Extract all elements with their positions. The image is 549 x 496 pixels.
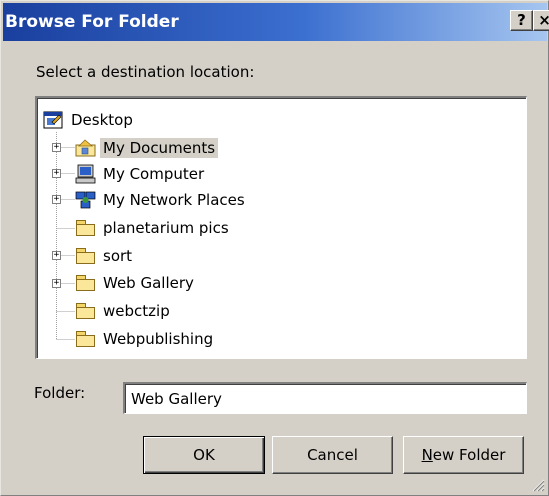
- tree-item-webctzip[interactable]: webctzip: [75, 298, 173, 324]
- folder-icon: [75, 273, 97, 293]
- tree-item-desktop[interactable]: Desktop: [43, 107, 136, 133]
- folder-icon: [75, 329, 97, 349]
- help-button[interactable]: ?: [510, 10, 533, 31]
- my-documents-icon: [75, 138, 97, 158]
- folder-icon: [75, 246, 97, 266]
- my-computer-icon: [75, 164, 97, 184]
- tree-item-my-documents[interactable]: My Documents: [75, 135, 219, 161]
- resize-grip-icon[interactable]: [531, 478, 545, 492]
- new-folder-button[interactable]: New Folder: [403, 436, 524, 474]
- desktop-icon: [43, 110, 65, 130]
- folder-name-input[interactable]: [123, 382, 527, 414]
- cancel-button[interactable]: Cancel: [272, 436, 393, 474]
- tree-item-planetarium-pics[interactable]: planetarium pics: [75, 215, 232, 241]
- tree-item-label: My Computer: [103, 165, 205, 183]
- prompt-text: Select a destination location:: [36, 63, 255, 81]
- folder-icon: [75, 301, 97, 321]
- browse-for-folder-dialog: Browse For Folder ? × Select a destinati…: [0, 0, 549, 496]
- tree-item-label: Desktop: [71, 111, 133, 129]
- tree-item-webpublishing[interactable]: Webpublishing: [75, 326, 216, 352]
- window-title: Browse For Folder: [5, 12, 179, 32]
- close-button[interactable]: ×: [533, 10, 549, 31]
- network-places-icon: [75, 190, 97, 210]
- ok-button[interactable]: OK: [143, 436, 265, 474]
- title-bar[interactable]: Browse For Folder ? ×: [3, 3, 549, 41]
- tree-item-label: My Documents: [100, 138, 219, 158]
- tree-item-label: Webpublishing: [103, 330, 214, 348]
- expand-toggle[interactable]: +: [52, 279, 61, 288]
- expand-toggle[interactable]: +: [52, 251, 61, 260]
- tree-item-my-computer[interactable]: My Computer: [75, 161, 207, 187]
- tree-item-label: sort: [103, 247, 133, 265]
- tree-item-web-gallery[interactable]: Web Gallery: [75, 270, 197, 296]
- tree-item-sort[interactable]: sort: [75, 243, 135, 269]
- folder-label: Folder:: [34, 384, 86, 402]
- new-folder-label-rest: ew Folder: [432, 446, 506, 464]
- tree-item-label: My Network Places: [103, 191, 245, 209]
- new-folder-mnemonic: N: [421, 446, 433, 464]
- expand-toggle[interactable]: +: [52, 169, 61, 178]
- tree-item-label: Web Gallery: [103, 274, 194, 292]
- tree-item-my-network-places[interactable]: My Network Places: [75, 187, 248, 213]
- tree-item-label: planetarium pics: [103, 219, 229, 237]
- folder-tree[interactable]: Desktop + My Documents + My Computer + M…: [35, 96, 527, 359]
- expand-toggle[interactable]: +: [52, 195, 61, 204]
- folder-icon: [75, 218, 97, 238]
- tree-item-label: webctzip: [103, 302, 170, 320]
- expand-toggle[interactable]: +: [52, 143, 61, 152]
